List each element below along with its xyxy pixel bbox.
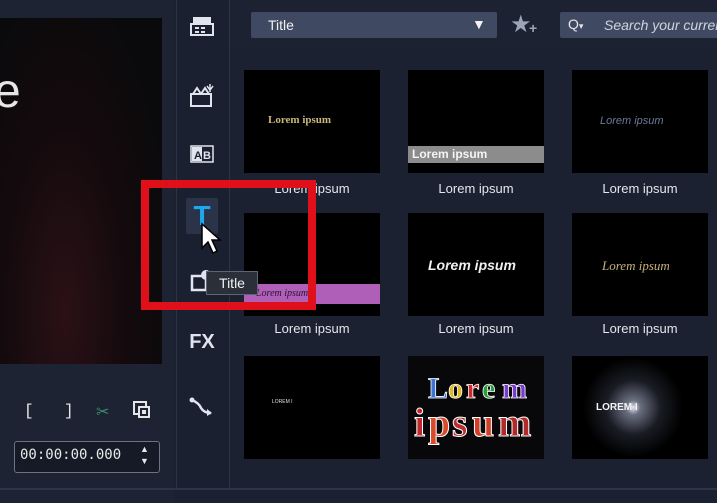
svg-text:A: A xyxy=(194,150,202,162)
search-input[interactable]: Search your current library xyxy=(604,17,717,33)
timecode-spinner[interactable]: ▲ ▼ xyxy=(140,443,149,467)
preview-glyph: e xyxy=(0,65,21,118)
thumbnail-text: LOREM I xyxy=(272,399,293,405)
chevron-down-icon[interactable]: ▼ xyxy=(472,16,486,32)
transition-ab-icon[interactable]: AB xyxy=(186,140,218,168)
filter-fx-label[interactable]: FX xyxy=(186,328,218,356)
thumbnail-caption: Lorem ipsum xyxy=(602,321,678,336)
colorful-lorem-ipsum-art: L o r e m i p s u m xyxy=(414,372,532,446)
title-thumbnail[interactable] xyxy=(244,356,380,459)
svg-text:s: s xyxy=(452,400,468,445)
tooltip: Title xyxy=(206,271,258,295)
svg-text:m: m xyxy=(498,400,531,445)
svg-text:u: u xyxy=(472,400,494,445)
media-library-icon[interactable] xyxy=(186,12,218,40)
thumbnail-text: Lorem ipsum xyxy=(600,115,664,127)
split-scissors-icon[interactable]: ✂ xyxy=(96,402,109,422)
enlarge-preview-icon[interactable] xyxy=(132,400,152,420)
timecode-value: 00:00:00.000 xyxy=(20,447,122,463)
thumbnail-caption: Lorem ipsum xyxy=(602,181,678,196)
thumbnail-caption: Lorem ipsum xyxy=(438,321,514,336)
svg-text:B: B xyxy=(203,150,211,162)
svg-text:i: i xyxy=(414,400,425,445)
thumbnail-text: Lorem ipsum xyxy=(428,257,516,273)
category-dropdown-label: Title xyxy=(268,17,294,33)
thumbnail-caption: Lorem ipsum xyxy=(274,321,350,336)
title-thumbnail[interactable] xyxy=(572,356,708,459)
add-favorite-plus-icon: + xyxy=(529,20,538,36)
bottom-divider xyxy=(0,488,717,490)
thumbnail-text: Lorem ipsum xyxy=(412,147,488,161)
mark-in-button[interactable]: [ xyxy=(24,402,34,420)
title-thumbnail[interactable]: L o r e m i p s u m xyxy=(408,356,544,459)
thumbnail-text: Lorem ipsum xyxy=(268,114,332,126)
motion-path-icon[interactable] xyxy=(186,392,218,420)
thumbnail-text: LOREM I xyxy=(596,402,638,413)
thumbnail-text: Lorem ipsum xyxy=(602,258,670,273)
preview-screen[interactable] xyxy=(0,18,162,364)
mark-out-button[interactable]: ] xyxy=(64,402,74,420)
thumbnail-caption: Lorem ipsum xyxy=(438,181,514,196)
search-icon[interactable]: Q▾ xyxy=(568,16,583,32)
instant-project-icon[interactable] xyxy=(186,82,218,110)
svg-text:p: p xyxy=(428,400,450,445)
